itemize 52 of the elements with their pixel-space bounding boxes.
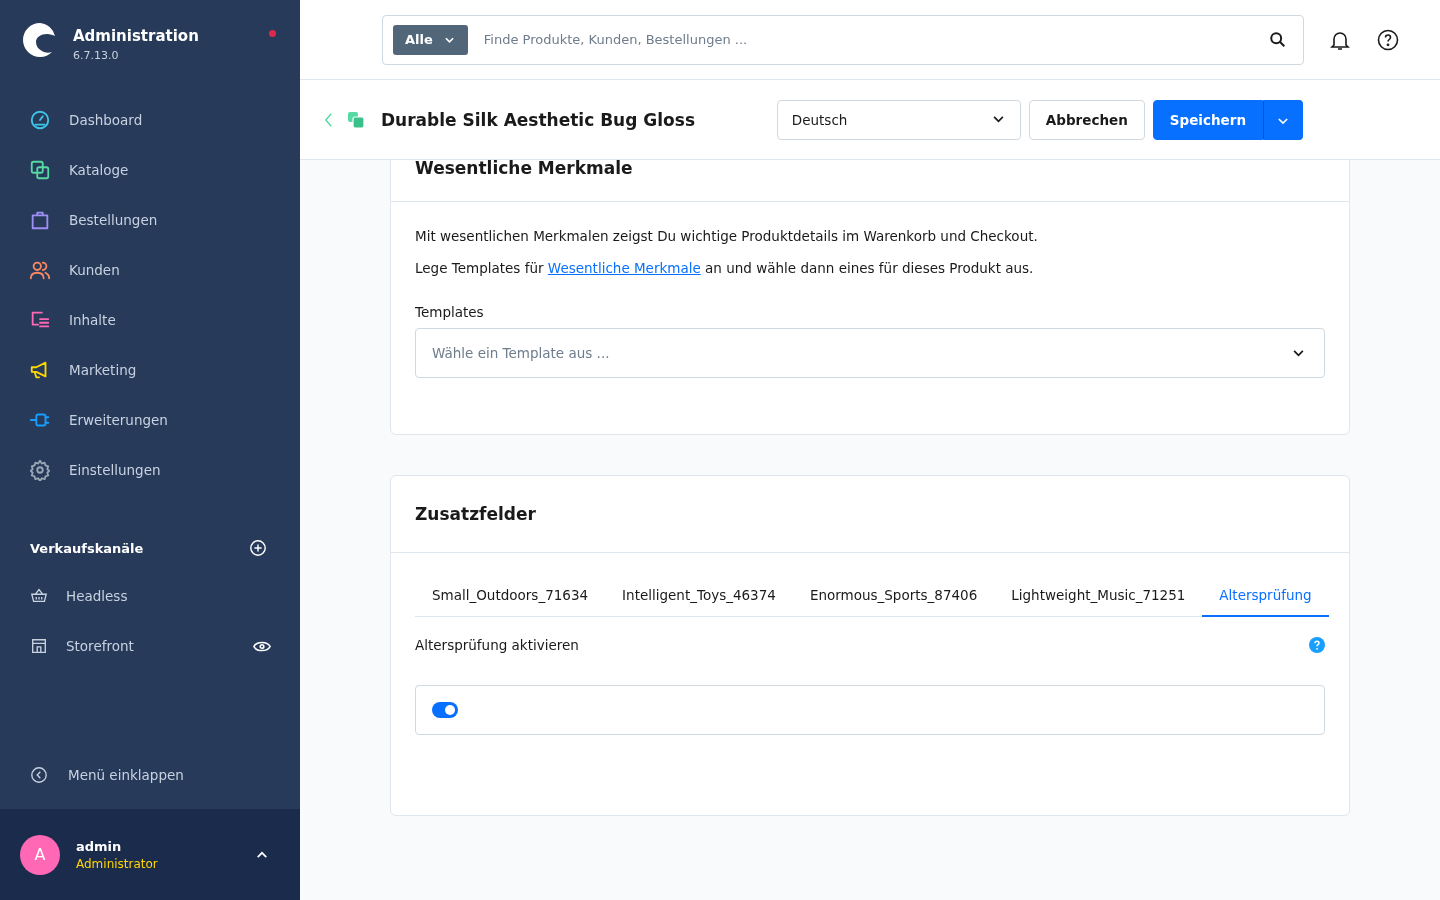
tab[interactable]: Small_Outdoors_71634 (415, 575, 606, 617)
sales-channel-item[interactable]: Storefront (0, 621, 300, 671)
logo-icon (22, 22, 58, 58)
help-icon[interactable] (1376, 27, 1400, 52)
section-title: Verkaufskanäle (30, 540, 144, 556)
chevron-down-icon (1278, 117, 1288, 125)
nav-item[interactable]: Kunden (0, 245, 300, 295)
tab[interactable]: Lightweight_Music_71251 (994, 575, 1203, 617)
tab[interactable]: Altersprüfung (1202, 575, 1329, 617)
search-icon[interactable] (1269, 30, 1287, 49)
nav-item[interactable]: Erweiterungen (0, 395, 300, 445)
nav-item[interactable]: Kataloge (0, 145, 300, 195)
templates-link[interactable]: Wesentliche Merkmale (547, 260, 701, 276)
nav-item[interactable]: Marketing (0, 345, 300, 395)
nav-item[interactable]: Inhalte (0, 295, 300, 345)
app-title: Administration (73, 27, 200, 45)
description-text: Mit wesentlichen Merkmalen zeigst Du wichtige Produktdetails im Warenkorb und Checkout. (415, 228, 1039, 244)
save-options-button[interactable] (1263, 99, 1303, 140)
chevron-up-icon[interactable] (256, 850, 268, 859)
chevron-down-icon (992, 116, 1004, 123)
field-label: Altersprüfung aktivieren (415, 637, 579, 653)
language-select[interactable]: Deutsch (776, 99, 1021, 140)
nav-item[interactable]: Dashboard (0, 95, 300, 145)
tab[interactable]: Enormous_Sports_87406 (792, 575, 995, 617)
chevron-down-icon (444, 36, 454, 43)
card-title: Wesentliche Merkmale (415, 160, 633, 178)
nav-item[interactable]: Bestellungen (0, 195, 300, 245)
avatar: A (20, 834, 60, 875)
chevron-down-icon (1293, 349, 1304, 357)
tab[interactable]: Intelligent_Toys_46374 (605, 575, 793, 617)
collapse-menu-button[interactable]: Menü einklappen (0, 750, 300, 800)
version-label: 6.7.13.0 (73, 49, 120, 62)
catalog-icon (347, 110, 365, 129)
template-select[interactable]: Wähle ein Template aus ... (415, 328, 1325, 378)
user-name: admin (76, 838, 123, 854)
page-title: Durable Silk Aesthetic Bug Gloss (381, 109, 696, 130)
scope-dropdown[interactable]: Alle (393, 24, 468, 55)
nav-item[interactable]: Einstellungen (0, 445, 300, 495)
description-text: Lege Templates für Wesentliche Merkmale an und wähle dann eines für dieses Produkt aus. (415, 260, 1035, 276)
add-icon[interactable] (249, 539, 267, 557)
store-icon (30, 637, 48, 655)
toggle-switch[interactable] (432, 702, 458, 718)
basket-icon (30, 587, 48, 605)
search-field[interactable]: Alle Finde Produkte, Kunden, Bestellungen ... (382, 14, 1304, 65)
collapse-icon (30, 766, 48, 784)
eye-icon[interactable] (253, 639, 271, 653)
card-title: Zusatzfelder (415, 504, 536, 524)
field-label: Templates (415, 304, 485, 320)
cancel-button[interactable]: Abbrechen (1028, 99, 1145, 140)
user-role: Administrator (76, 856, 159, 871)
sales-channel-item[interactable]: Headless (0, 571, 300, 621)
save-button[interactable]: Speichern (1152, 99, 1263, 140)
